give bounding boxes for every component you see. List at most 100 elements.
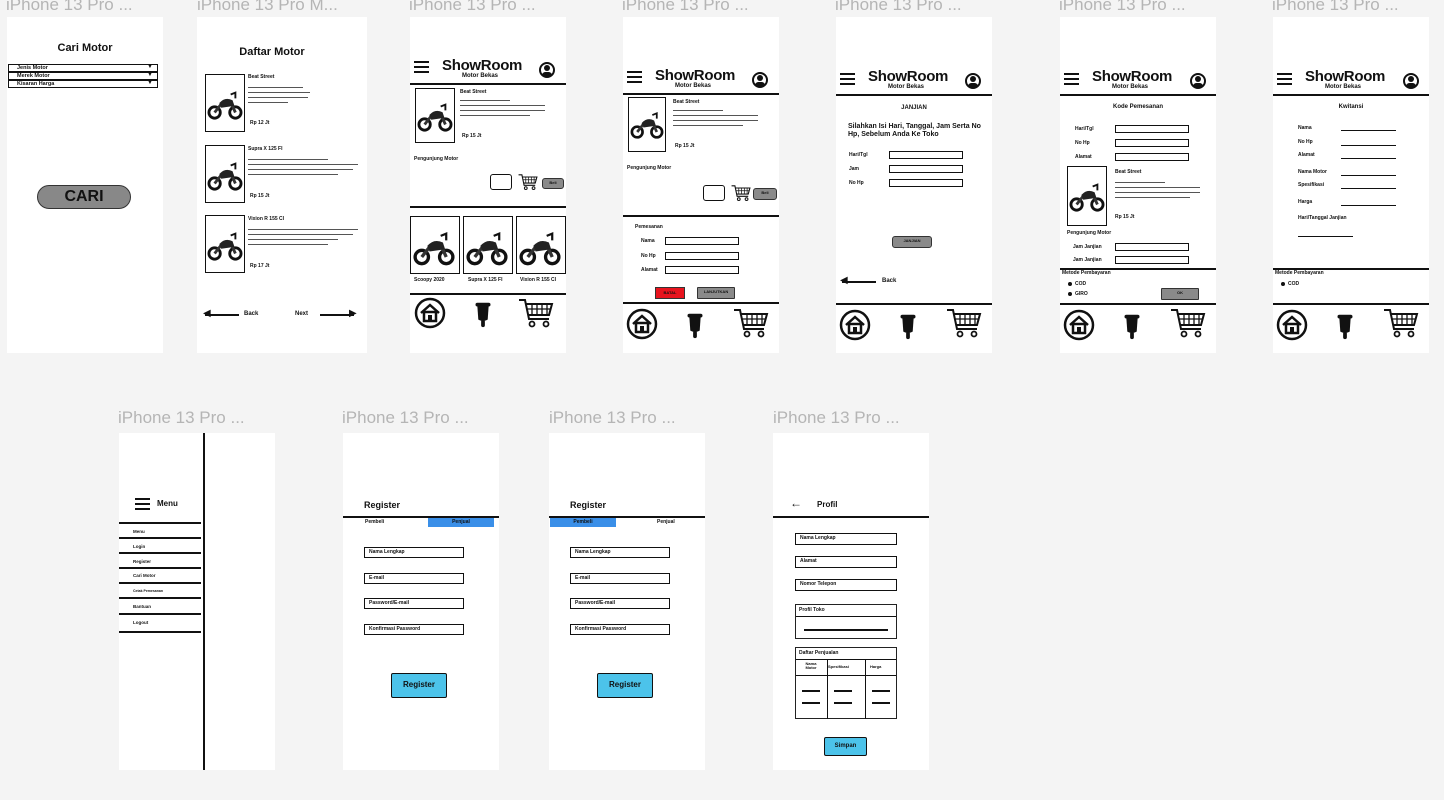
lanjutkan-button[interactable]: LANJUTKAN — [697, 287, 735, 299]
alamat-field[interactable]: Alamat — [795, 556, 897, 568]
janjian-button[interactable]: JANJIAN — [892, 236, 932, 248]
menu-item-menu[interactable]: Menu — [119, 529, 201, 534]
profil-toko-box[interactable]: Profil Toko — [795, 604, 897, 639]
thumb-image[interactable] — [516, 216, 566, 274]
home-icon[interactable] — [414, 297, 446, 334]
thumb-image[interactable] — [463, 216, 513, 274]
frame-detail: ShowRoom Motor Bekas Beat Street Rp 15 J… — [410, 17, 566, 353]
hamburger-menu-icon[interactable] — [627, 71, 642, 86]
motor-image[interactable] — [205, 145, 245, 203]
password-field[interactable]: Password/E-mail — [570, 598, 670, 609]
cod-radio[interactable] — [1068, 282, 1072, 286]
menu-item-bantuan[interactable]: Bantuan — [119, 604, 201, 609]
brand-logo: ShowRoom — [868, 68, 949, 85]
menu-item-cetak-pemesanan[interactable]: Cetak Pemesanan — [119, 589, 201, 593]
cart-icon[interactable] — [946, 307, 982, 344]
jam-janjian-field[interactable] — [1115, 243, 1189, 251]
back-link[interactable]: Back — [882, 278, 896, 284]
beli-button[interactable]: Beli — [542, 178, 564, 189]
field-label: Hari/Tanggal Janjian — [1298, 215, 1347, 221]
profile-avatar-icon[interactable] — [539, 62, 555, 78]
batal-button[interactable]: BATAL — [655, 287, 685, 299]
hamburger-menu-icon[interactable] — [1064, 73, 1079, 88]
metode-label: Metode Pembayaran — [1275, 270, 1324, 276]
profile-avatar-icon[interactable] — [1403, 73, 1419, 89]
back-arrow-icon[interactable]: ← — [790, 497, 802, 509]
kisaran-harga-select[interactable]: Kisaran Harga ▼ — [8, 80, 158, 88]
hari-tgl-field[interactable] — [889, 151, 963, 159]
ok-button[interactable]: OK — [1161, 288, 1199, 300]
hamburger-menu-icon[interactable] — [135, 498, 150, 513]
jam-janjian-field[interactable] — [1115, 256, 1189, 264]
frame-title: iPhone 13 Pro M... — [197, 0, 338, 14]
nohp-field[interactable] — [1115, 139, 1189, 147]
jam-field[interactable] — [889, 165, 963, 173]
hamburger-menu-icon[interactable] — [840, 73, 855, 88]
nama-lengkap-field[interactable]: Nama Lengkap — [570, 547, 670, 558]
field-label: No Hp — [1298, 139, 1313, 145]
nama-field[interactable] — [665, 237, 739, 245]
profile-avatar-icon[interactable] — [1190, 73, 1206, 89]
chat-icon[interactable] — [703, 185, 725, 201]
cart-icon[interactable] — [1170, 307, 1206, 344]
profile-avatar-icon[interactable] — [965, 73, 981, 89]
home-icon[interactable] — [1276, 309, 1308, 346]
home-icon[interactable] — [1063, 309, 1095, 346]
hamburger-menu-icon[interactable] — [414, 61, 429, 76]
tab-pembeli[interactable]: Pembeli — [550, 518, 616, 527]
alamat-field[interactable] — [665, 266, 739, 274]
simpan-button[interactable]: Simpan — [824, 737, 867, 756]
chat-icon[interactable] — [490, 174, 512, 190]
scooter-icon[interactable] — [685, 310, 705, 345]
scooter-icon[interactable] — [473, 299, 493, 334]
page-title: Register — [570, 500, 607, 510]
motor-image[interactable] — [205, 215, 245, 273]
nama-lengkap-field[interactable]: Nama Lengkap — [795, 533, 897, 545]
back-link[interactable]: Back — [244, 311, 258, 317]
konfirmasi-password-field[interactable]: Konfirmasi Password — [570, 624, 670, 635]
nohp-field[interactable] — [889, 179, 963, 187]
cod-radio[interactable] — [1281, 282, 1285, 286]
email-field[interactable]: E-mail — [364, 573, 464, 584]
frame-register-penjual: Register Pembeli Penjual Nama Lengkap E-… — [343, 433, 499, 770]
frame-title: iPhone 13 Pro ... — [1059, 0, 1186, 14]
motor-image[interactable] — [205, 74, 245, 132]
scooter-icon[interactable] — [1122, 311, 1142, 346]
profile-avatar-icon[interactable] — [752, 72, 768, 88]
merek-motor-select[interactable]: Merek Motor ▼ — [8, 72, 158, 80]
scooter-icon[interactable] — [898, 311, 918, 346]
cart-icon[interactable] — [518, 297, 554, 334]
cart-icon[interactable] — [733, 307, 769, 344]
jenis-motor-select[interactable]: Jenis Motor ▼ — [8, 64, 158, 72]
tab-penjual[interactable]: Penjual — [428, 518, 494, 527]
cari-button[interactable]: CARI — [37, 185, 131, 209]
thumb-image[interactable] — [410, 216, 460, 274]
menu-item-logout[interactable]: Logout — [119, 620, 201, 625]
beli-button[interactable]: Beli — [753, 188, 777, 200]
nomor-telepon-field[interactable]: Nomor Telepon — [795, 579, 897, 591]
konfirmasi-password-field[interactable]: Konfirmasi Password — [364, 624, 464, 635]
hari-tgl-field[interactable] — [1115, 125, 1189, 133]
giro-radio[interactable] — [1068, 292, 1072, 296]
frame-title: iPhone 13 Pro ... — [342, 408, 469, 427]
cart-icon[interactable] — [518, 173, 538, 196]
home-icon[interactable] — [626, 308, 658, 345]
home-icon[interactable] — [839, 309, 871, 346]
menu-item-login[interactable]: Login — [119, 544, 201, 549]
next-link[interactable]: Next — [295, 311, 308, 317]
cart-icon[interactable] — [731, 184, 751, 207]
hamburger-menu-icon[interactable] — [1277, 73, 1292, 88]
register-button[interactable]: Register — [391, 673, 447, 698]
nama-lengkap-field[interactable]: Nama Lengkap — [364, 547, 464, 558]
nohp-field[interactable] — [665, 252, 739, 260]
menu-item-cari-motor[interactable]: Cari Motor — [119, 573, 201, 578]
register-button[interactable]: Register — [597, 673, 653, 698]
menu-item-register[interactable]: Register — [119, 559, 201, 564]
tab-penjual[interactable]: Penjual — [657, 519, 675, 525]
alamat-field[interactable] — [1115, 153, 1189, 161]
tab-pembeli[interactable]: Pembeli — [365, 519, 384, 525]
cart-icon[interactable] — [1383, 307, 1419, 344]
password-field[interactable]: Password/E-mail — [364, 598, 464, 609]
email-field[interactable]: E-mail — [570, 573, 670, 584]
scooter-icon[interactable] — [1335, 311, 1355, 346]
